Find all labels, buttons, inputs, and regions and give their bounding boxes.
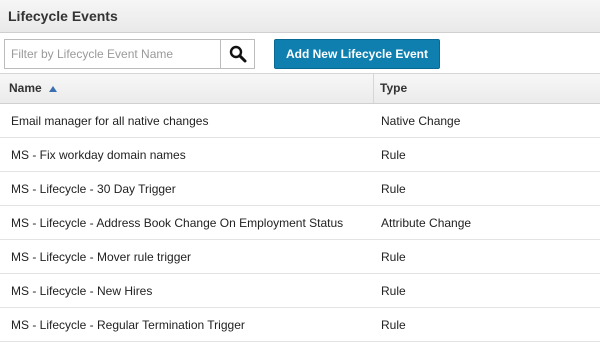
table-row[interactable]: MS - Lifecycle - 30 Day Trigger Rule — [0, 172, 600, 206]
cell-name: MS - Lifecycle - Regular Termination Tri… — [11, 318, 245, 332]
cell-name: Email manager for all native changes — [11, 114, 209, 128]
cell-name: MS - Fix workday domain names — [11, 148, 186, 162]
search-box — [4, 39, 255, 69]
cell-type: Rule — [381, 318, 406, 332]
table-row[interactable]: MS - Lifecycle - Regular Termination Tri… — [0, 308, 600, 342]
table-row[interactable]: MS - Lifecycle - Address Book Change On … — [0, 206, 600, 240]
table-header: Name Type — [0, 73, 600, 104]
column-header-name-label: Name — [9, 81, 42, 95]
cell-type: Rule — [381, 182, 406, 196]
add-lifecycle-event-button[interactable]: Add New Lifecycle Event — [274, 39, 440, 69]
lifecycle-events-table: Name Type Email manager for all native c… — [0, 73, 600, 342]
cell-name: MS - Lifecycle - Mover rule trigger — [11, 250, 192, 264]
column-header-name[interactable]: Name — [0, 74, 374, 103]
cell-type: Attribute Change — [381, 216, 472, 230]
table-row[interactable]: MS - Lifecycle - Mover rule trigger Rule — [0, 240, 600, 274]
page-header: Lifecycle Events — [0, 0, 600, 33]
table-row[interactable]: MS - Fix workday domain names Rule — [0, 138, 600, 172]
page-title: Lifecycle Events — [8, 8, 118, 24]
column-header-type[interactable]: Type — [375, 74, 407, 103]
cell-name: MS - Lifecycle - 30 Day Trigger — [11, 182, 176, 196]
table-row[interactable]: Email manager for all native changes Nat… — [0, 104, 600, 138]
cell-type: Rule — [381, 148, 406, 162]
sort-ascending-icon — [49, 85, 58, 92]
cell-type: Rule — [381, 250, 406, 264]
search-input[interactable] — [4, 39, 220, 69]
cell-name: MS - Lifecycle - Address Book Change On … — [11, 216, 344, 230]
cell-type: Native Change — [381, 114, 461, 128]
search-icon — [229, 45, 246, 63]
cell-type: Rule — [381, 284, 406, 298]
search-button[interactable] — [220, 39, 255, 69]
table-row[interactable]: MS - Lifecycle - New Hires Rule — [0, 274, 600, 308]
toolbar: Add New Lifecycle Event — [0, 33, 600, 73]
cell-name: MS - Lifecycle - New Hires — [11, 284, 153, 298]
